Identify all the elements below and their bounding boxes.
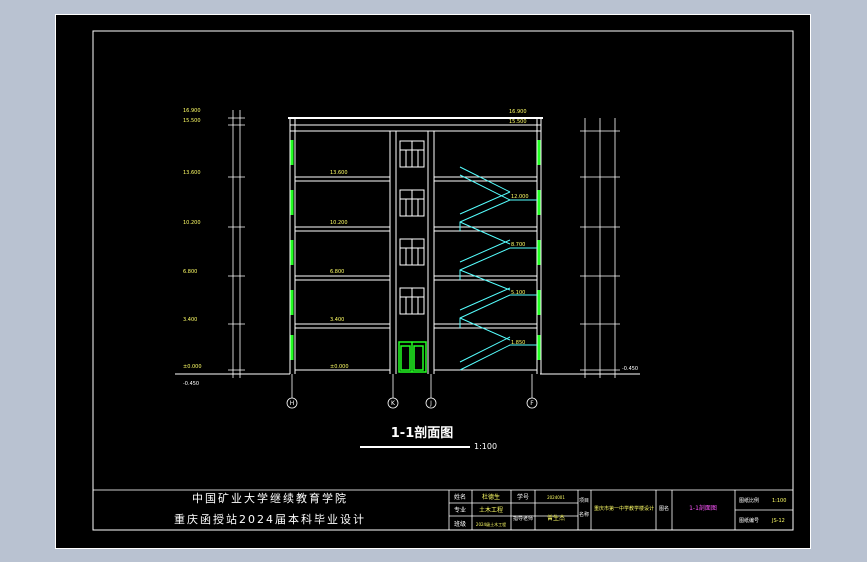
building-section (288, 117, 543, 374)
number-value: JS-12 (771, 518, 785, 524)
advisor-label: 指导老师 (513, 515, 533, 522)
project-label: 项目 (579, 498, 589, 504)
project-description: 重庆函授站2024届本科毕业设计 (174, 512, 366, 526)
id-label: 学号 (517, 493, 529, 501)
id-value: 2024001 (547, 495, 565, 500)
name-label: 姓名 (454, 493, 466, 501)
level-mark: -0.450 (622, 366, 638, 372)
level-mark: 15.500 (509, 119, 527, 125)
level-mark: 15.500 (183, 118, 201, 124)
drawing-title: 1-1剖面图 (391, 425, 454, 441)
level-mark: 10.200 (183, 220, 201, 226)
project-name-label: 名称 (579, 511, 589, 518)
scale-label: 图纸比例 (739, 497, 759, 504)
cad-drawing: 16.900 15.500 13.600 10.200 6.800 3.400 … (92, 30, 794, 531)
axis-label-k: K (391, 400, 396, 407)
stair-level-mark: 5.100 (511, 290, 525, 296)
axis-label-h: H (290, 400, 295, 407)
stair-level-mark: 8.700 (511, 242, 525, 248)
number-label: 图纸编号 (739, 517, 759, 524)
title-block-text: 中国矿业大学继续教育学院 重庆函授站2024届本科毕业设计 姓名 杜德生 学号 … (174, 491, 786, 528)
level-mark: ±0.000 (183, 364, 202, 370)
stair-level-mark: 12.000 (511, 194, 529, 200)
left-dimension-chain (228, 110, 245, 378)
name-value: 杜德生 (482, 493, 500, 501)
axis-label-j: J (429, 400, 432, 407)
level-mark: 3.400 (330, 317, 344, 323)
axis-grid (286, 374, 538, 409)
advisor-value: 曾生杰 (547, 514, 565, 522)
left-level-marks: 16.900 15.500 13.600 10.200 6.800 3.400 … (183, 108, 202, 387)
school-name: 中国矿业大学继续教育学院 (192, 491, 348, 505)
major-value: 土木工程 (479, 506, 503, 514)
level-mark: ±0.000 (330, 364, 349, 370)
class-value: 2024级土木工程 (476, 521, 506, 527)
level-mark: 16.900 (509, 109, 527, 115)
drawing-scale: 1:100 (474, 442, 497, 451)
level-mark: -0.450 (183, 381, 199, 387)
drawing-name-label: 图名 (659, 505, 669, 512)
entrance-door (398, 341, 427, 373)
level-mark: 6.800 (183, 269, 197, 275)
corridor-windows (399, 140, 425, 315)
level-mark: 13.600 (183, 170, 201, 176)
axis-label-f: F (530, 400, 534, 407)
level-mark: 13.600 (330, 170, 348, 176)
major-label: 专业 (454, 506, 466, 514)
drawing-name-value: 1-1剖面图 (689, 504, 717, 512)
right-dimension-chain (580, 118, 620, 378)
scale-value: 1:100 (772, 498, 786, 504)
interior-level-marks: 13.600 10.200 6.800 3.400 ±0.000 16.900 … (330, 109, 638, 372)
stair-level-mark: 1.850 (511, 340, 525, 346)
project-value: 重庆市第一中学教学楼设计 (594, 505, 654, 512)
level-mark: 16.900 (183, 108, 201, 114)
class-label: 班级 (454, 520, 466, 528)
level-mark: 3.400 (183, 317, 197, 323)
axis-labels: H K J F (290, 400, 535, 407)
level-mark: 10.200 (330, 220, 348, 226)
level-mark: 6.800 (330, 269, 344, 275)
